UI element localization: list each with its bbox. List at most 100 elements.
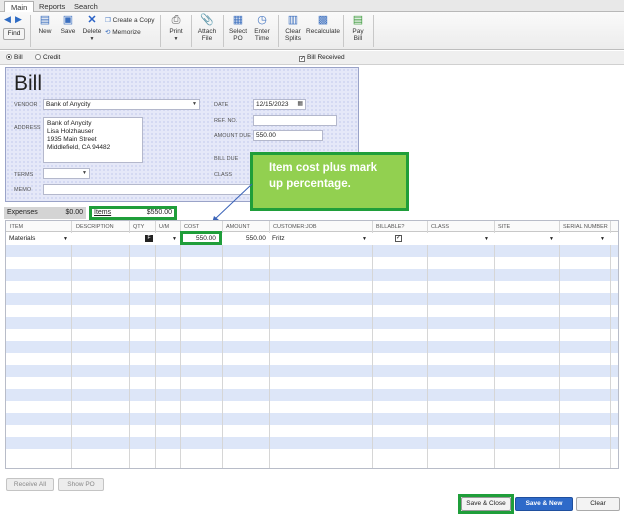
save-new-button[interactable]: Save & New [515, 497, 573, 511]
vendor-field[interactable]: Bank of Anycity ▼ [43, 99, 200, 110]
bill-received-checkbox[interactable]: ✓ Bill Received [299, 54, 345, 62]
table-row[interactable] [6, 449, 618, 461]
date-label: DATE [214, 102, 229, 108]
save-close-highlight [458, 494, 514, 514]
amount-due-field[interactable]: 550.00 [253, 130, 323, 141]
tab-search[interactable]: Search [68, 1, 104, 12]
memo-label: MEMO [14, 187, 32, 193]
toolbar: ◀ ▶ Find ▤ New ▣ Save ✕ Delete ▼ ❐ Create a … [0, 12, 624, 50]
item-cell[interactable]: Materials [9, 234, 35, 244]
terms-label: TERMS [14, 172, 34, 178]
table-row[interactable]: Materials ▼ F ▼ 550.00 550.00 Fritz ▼ ✓ … [6, 233, 618, 245]
chevron-down-icon[interactable]: ▼ [63, 234, 68, 244]
delete-dropdown-icon: ▼ [89, 36, 95, 42]
table-row[interactable] [6, 389, 618, 401]
calculator-icon: ▩ [317, 14, 329, 26]
chevron-down-icon[interactable]: ▼ [192, 100, 197, 109]
customer-job-cell[interactable]: Fritz [272, 234, 285, 244]
memorize-icon: ⟲ [105, 29, 111, 36]
table-row[interactable] [6, 401, 618, 413]
tab-bar: Main Reports Search [0, 0, 624, 12]
table-row[interactable] [6, 257, 618, 269]
table-row[interactable] [6, 293, 618, 305]
table-row[interactable] [6, 413, 618, 425]
bill-due-label: BILL DUE [214, 156, 239, 162]
callout-annotation: Item cost plus mark up percentage. [250, 152, 409, 211]
table-row[interactable] [6, 269, 618, 281]
table-row[interactable] [6, 365, 618, 377]
quantity-icon[interactable]: F [145, 235, 153, 242]
purchase-order-icon: ▦ [232, 14, 244, 26]
chevron-down-icon[interactable]: ▼ [600, 234, 605, 244]
create-copy-button[interactable]: ❐ Create a Copy [105, 17, 157, 24]
chevron-down-icon[interactable]: ▼ [362, 234, 367, 244]
print-button[interactable]: ⎙ Print ▼ [166, 14, 186, 43]
clear-button[interactable]: Clear [576, 497, 620, 511]
address-label: ADDRESS [14, 125, 41, 131]
billable-checkbox[interactable]: ✓ [395, 235, 402, 242]
table-row[interactable] [6, 329, 618, 341]
prev-arrow-icon[interactable]: ◀ [4, 14, 11, 25]
chevron-down-icon[interactable]: ▼ [172, 234, 177, 244]
calendar-icon[interactable]: ▦ [297, 100, 303, 109]
paperclip-icon: 📎 [200, 14, 214, 26]
ref-no-label: REF. NO. [214, 118, 238, 124]
expenses-tab[interactable]: Expenses $0.00 [4, 207, 86, 219]
next-arrow-icon[interactable]: ▶ [15, 14, 22, 25]
col-serial-number: SERIAL NUMBER [563, 224, 608, 230]
transaction-type-strip: Bill Credit ✓ Bill Received [0, 51, 624, 65]
table-row[interactable] [6, 281, 618, 293]
new-button[interactable]: ▤ New [36, 14, 54, 35]
select-po-button[interactable]: ▦ Select PO [228, 14, 248, 42]
clock-icon: ◷ [257, 14, 267, 26]
bill-radio[interactable]: Bill [6, 54, 23, 61]
date-field[interactable]: 12/15/2023 ▦ [253, 99, 306, 110]
amount-cell[interactable]: 550.00 [246, 234, 266, 244]
clear-splits-button[interactable]: ▥ Clear Splits [283, 14, 303, 42]
copy-icon: ❐ [105, 17, 111, 24]
col-amount: AMOUNT [226, 224, 250, 230]
printer-icon: ⎙ [171, 14, 181, 26]
col-class: CLASS [431, 224, 450, 230]
col-um: U/M [159, 224, 170, 230]
terms-field[interactable]: ▼ [43, 168, 90, 179]
credit-radio[interactable]: Credit [35, 54, 60, 61]
col-site: SITE [498, 224, 511, 230]
table-row[interactable] [6, 341, 618, 353]
col-billable: BILLABLE? [376, 224, 405, 230]
print-dropdown-icon: ▼ [173, 36, 179, 42]
col-cost: COST [184, 224, 200, 230]
amount-due-label: AMOUNT DUE [214, 133, 251, 139]
table-row[interactable] [6, 245, 618, 257]
floppy-disk-icon: ▣ [62, 14, 74, 26]
recalculate-button[interactable]: ▩ Recalculate [306, 14, 340, 35]
find-button[interactable]: Find [3, 28, 25, 40]
items-grid: ITEM DESCRIPTION QTY U/M COST AMOUNT CUS… [5, 220, 619, 469]
delete-button[interactable]: ✕ Delete ▼ [81, 14, 103, 43]
attach-file-button[interactable]: 📎 Attach File [196, 14, 218, 42]
chevron-down-icon[interactable]: ▼ [484, 234, 489, 244]
receive-all-button[interactable]: Receive All [6, 478, 54, 491]
show-po-button[interactable]: Show PO [58, 478, 104, 491]
table-row[interactable] [6, 305, 618, 317]
chevron-down-icon[interactable]: ▼ [549, 234, 554, 244]
tab-reports[interactable]: Reports [33, 1, 71, 12]
ref-no-field[interactable] [253, 115, 337, 126]
delete-x-icon: ✕ [87, 14, 97, 26]
items-highlight [89, 206, 177, 220]
col-qty: QTY [133, 224, 145, 230]
enter-time-button[interactable]: ◷ Enter Time [252, 14, 272, 42]
table-row[interactable] [6, 317, 618, 329]
address-field[interactable]: Bank of Anycity Lisa Holzhauser 1935 Mai… [43, 117, 143, 163]
col-description: DESCRIPTION [76, 224, 114, 230]
save-button[interactable]: ▣ Save [59, 14, 77, 35]
table-row[interactable] [6, 377, 618, 389]
tab-main[interactable]: Main [4, 1, 35, 12]
table-row[interactable] [6, 425, 618, 437]
chevron-down-icon[interactable]: ▼ [82, 169, 87, 178]
pay-bill-button[interactable]: ▤ Pay Bill [348, 14, 368, 42]
table-row[interactable] [6, 353, 618, 365]
table-row[interactable] [6, 437, 618, 449]
memorize-button[interactable]: ⟲ Memorize [105, 29, 157, 36]
vendor-label: VENDOR [14, 102, 38, 108]
